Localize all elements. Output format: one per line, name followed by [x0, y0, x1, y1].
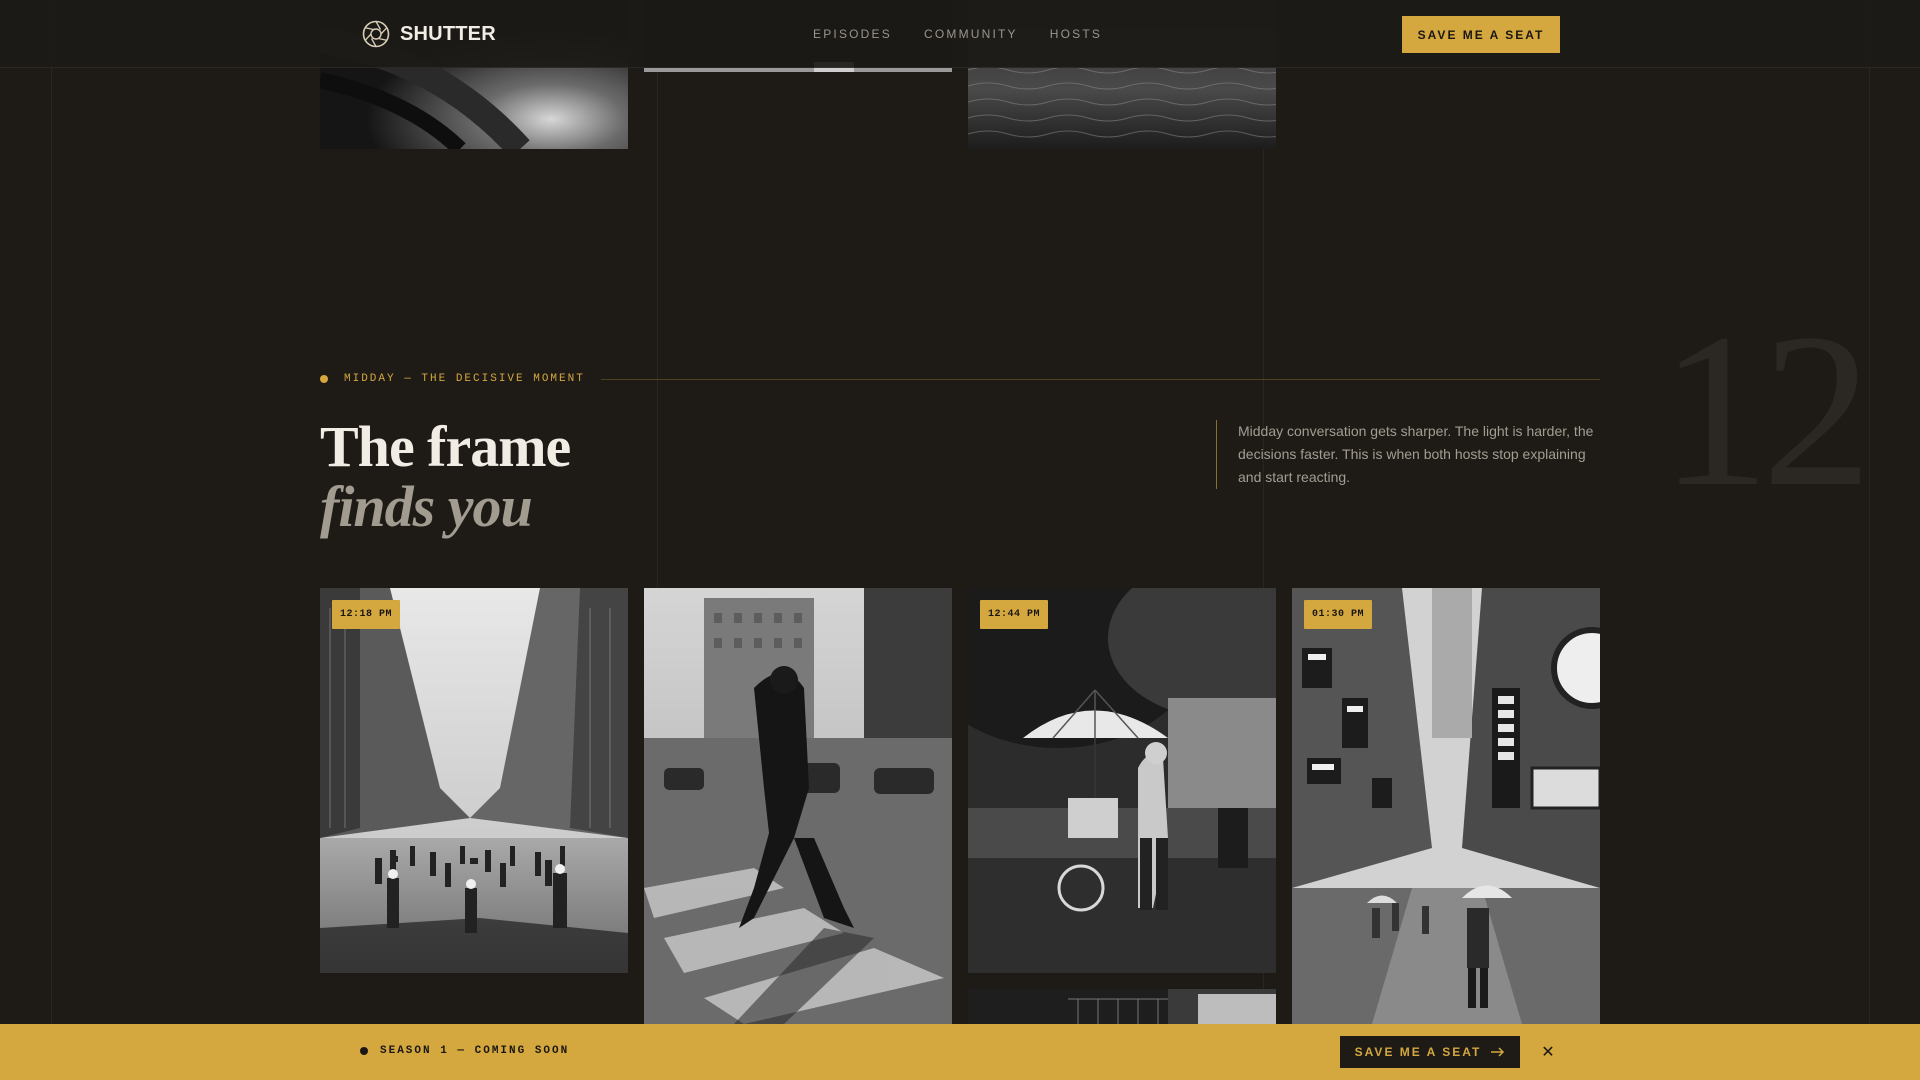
nav-links: EPISODES COMMUNITY HOSTS	[813, 27, 1102, 41]
photo-building[interactable]	[968, 989, 1276, 1024]
close-icon[interactable]: ✕	[1538, 1042, 1558, 1062]
title-line-1: The frame	[320, 414, 571, 479]
eyebrow-label: MIDDAY — THE DECISIVE MOMENT	[344, 373, 585, 385]
photo-street-vendor[interactable]: 12:44 PM	[968, 588, 1276, 973]
hour-number: 12	[1660, 288, 1872, 532]
banner-save-seat-button[interactable]: SAVE ME A SEAT	[1340, 1036, 1520, 1068]
section-title: The frame finds you	[320, 414, 571, 539]
top-nav: SHUTTER EPISODES COMMUNITY HOSTS SAVE ME…	[0, 0, 1920, 68]
title-line-2: finds you	[320, 474, 533, 539]
eyebrow-divider	[600, 378, 1600, 380]
column-guide	[1869, 0, 1870, 1080]
section-description: Midday conversation gets sharper. The li…	[1216, 420, 1600, 489]
banner-cta-label: SAVE ME A SEAT	[1354, 1045, 1482, 1059]
timestamp-badge: 01:30 PM	[1304, 600, 1373, 629]
save-seat-button[interactable]: SAVE ME A SEAT	[1402, 16, 1560, 53]
status-dot	[360, 1047, 368, 1055]
banner-text: SEASON 1 — COMING SOON	[380, 1045, 570, 1057]
section-eyebrow: MIDDAY — THE DECISIVE MOMENT	[320, 373, 1600, 385]
announcement-banner: SEASON 1 — COMING SOON SAVE ME A SEAT ✕	[0, 1024, 1920, 1080]
nav-link-hosts[interactable]: HOSTS	[1050, 27, 1102, 41]
eyebrow-dot	[320, 375, 328, 383]
nav-link-episodes[interactable]: EPISODES	[813, 27, 892, 41]
banner-message: SEASON 1 — COMING SOON	[360, 1045, 569, 1057]
timestamp-badge: 12:44 PM	[980, 600, 1049, 629]
brand-logo[interactable]: SHUTTER	[362, 20, 496, 48]
timestamp-badge: 12:18 PM	[332, 600, 401, 629]
column-guide	[51, 0, 52, 1080]
nav-link-community[interactable]: COMMUNITY	[924, 27, 1018, 41]
aperture-icon	[362, 20, 390, 48]
photo-crowd-street[interactable]: 12:18 PM	[320, 588, 628, 973]
photo-signage-alley[interactable]: 01:30 PM	[1292, 588, 1600, 1024]
arrow-right-icon	[1491, 1047, 1505, 1057]
photo-walker-crosswalk[interactable]	[644, 588, 952, 1024]
brand-name: SHUTTER	[400, 22, 496, 45]
